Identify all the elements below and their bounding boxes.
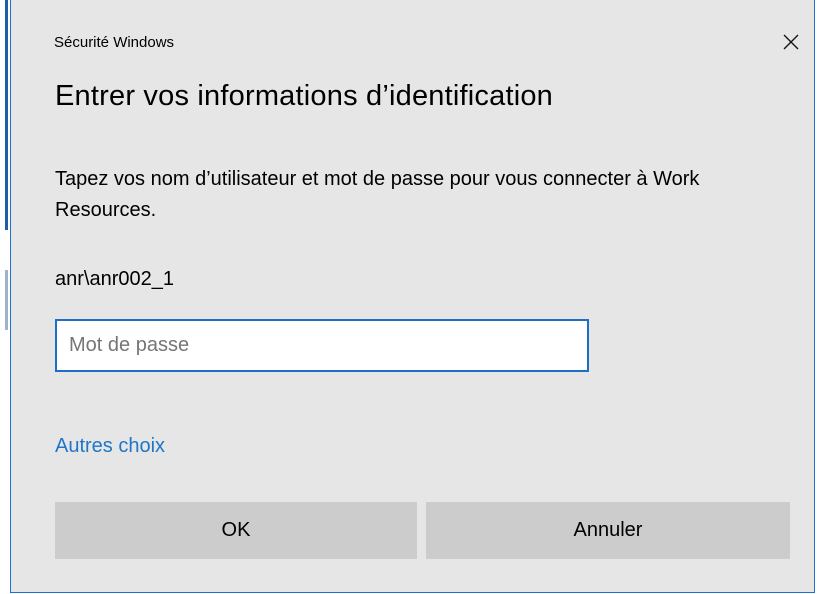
background-window-edge <box>0 0 10 594</box>
dialog-heading: Entrer vos informations d’identification <box>55 80 554 112</box>
credential-dialog: Sécurité Windows Entrer vos informations… <box>10 0 815 593</box>
username-label: anr\anr002_1 <box>55 268 174 290</box>
background-window-accent <box>5 0 8 230</box>
close-icon <box>783 34 799 50</box>
more-choices-link[interactable]: Autres choix <box>55 435 165 458</box>
dialog-description: Tapez vos nom d’utilisateur et mot de pa… <box>55 168 700 221</box>
background-window-accent-secondary <box>5 270 8 330</box>
password-input[interactable] <box>55 319 589 372</box>
cancel-button[interactable]: Annuler <box>426 502 790 559</box>
ok-button[interactable]: OK <box>55 502 417 559</box>
dialog-window-title: Sécurité Windows <box>54 34 175 51</box>
close-button[interactable] <box>769 22 813 62</box>
